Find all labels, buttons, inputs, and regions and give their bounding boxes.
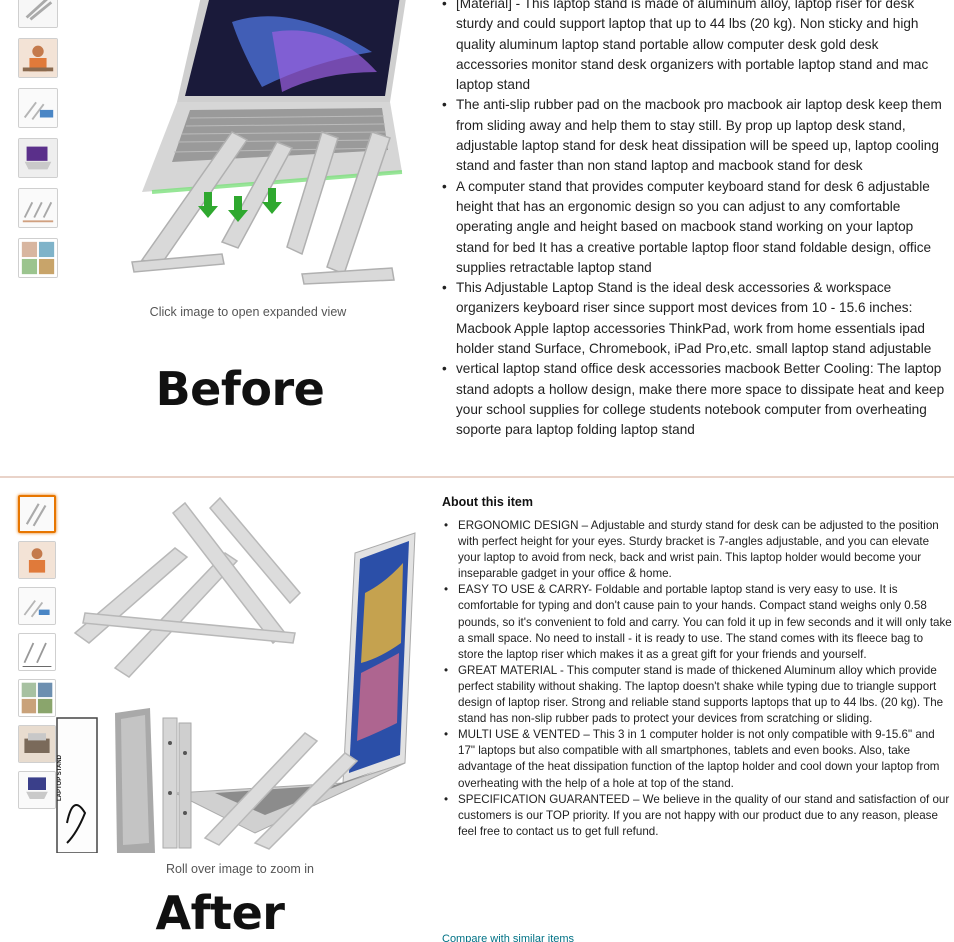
thumbnail-lifestyle[interactable] <box>18 725 56 763</box>
package-label: LAPTOP STAND <box>57 755 63 802</box>
feature-bullet: ERGONOMIC DESIGN – Adjustable and sturdy… <box>442 518 952 582</box>
before-panel: Click image to open expanded view Before… <box>0 0 954 476</box>
feature-bullet: [Material] - This laptop stand is made o… <box>440 0 945 95</box>
after-panel: LAPTOP STAND Roll over image to zoom in … <box>0 478 954 942</box>
feature-bullet: vertical laptop stand office desk access… <box>440 359 945 440</box>
feature-bullet: This Adjustable Laptop Stand is the idea… <box>440 278 945 359</box>
main-product-image[interactable] <box>72 0 412 292</box>
thumbnail-strip <box>18 0 62 288</box>
feature-bullet: EASY TO USE & CARRY- Foldable and portab… <box>442 582 952 662</box>
main-product-image[interactable] <box>55 493 425 854</box>
compare-similar-items-link[interactable]: Compare with similar items <box>442 933 574 942</box>
image-caption: Roll over image to zoom in <box>166 862 314 876</box>
feature-bullet: The anti-slip rubber pad on the macbook … <box>440 95 945 176</box>
after-label: After <box>155 886 286 940</box>
thumbnail-person-desk[interactable] <box>18 38 58 78</box>
feature-bullet-list: ERGONOMIC DESIGN – Adjustable and sturdy… <box>442 518 952 840</box>
before-label: Before <box>155 362 325 416</box>
image-caption: Click image to open expanded view <box>149 305 347 319</box>
feature-bullet: MULTI USE & VENTED – This 3 in 1 compute… <box>442 727 952 791</box>
thumbnail-laptop-on-stand[interactable] <box>18 771 56 809</box>
thumbnail-stand-variants[interactable] <box>18 587 56 625</box>
thumbnail-stand-folded[interactable] <box>18 0 58 28</box>
thumbnail-laptop-on-stand[interactable] <box>18 138 58 178</box>
about-this-item-heading: About this item <box>442 495 533 509</box>
thumbnail-usage-grid[interactable] <box>18 679 56 717</box>
feature-bullet: A computer stand that provides computer … <box>440 177 945 278</box>
feature-bullet-list: [Material] - This laptop stand is made o… <box>440 0 945 441</box>
thumbnail-stand-variants[interactable] <box>18 88 58 128</box>
thumbnail-person-desk[interactable] <box>18 541 56 579</box>
feature-bullet: GREAT MATERIAL - This computer stand is … <box>442 663 952 727</box>
thumbnail-usage-grid[interactable] <box>18 238 58 278</box>
thumbnail-stand-angles[interactable] <box>18 495 56 533</box>
thumbnail-angles[interactable] <box>18 188 58 228</box>
thumbnail-dimensions[interactable] <box>18 633 56 671</box>
feature-bullet: SPECIFICATION GUARANTEED – We believe in… <box>442 792 952 840</box>
